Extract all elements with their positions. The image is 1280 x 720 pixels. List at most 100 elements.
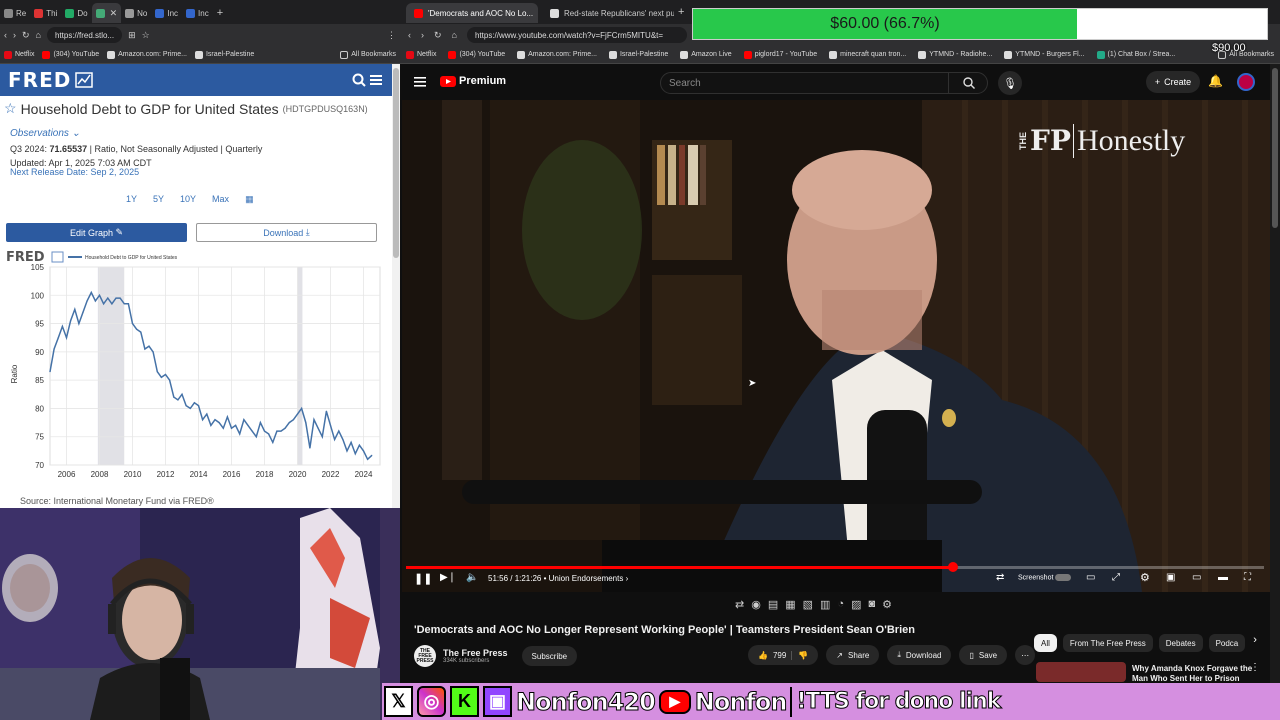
tab-youtube-active[interactable]: 'Democrats and AOC No Lo...✕ xyxy=(406,3,538,23)
volume-icon[interactable]: 🔈 xyxy=(466,572,478,583)
frame-icon[interactable]: ▥ xyxy=(820,598,830,614)
notifications-bell-icon[interactable]: 🔔 xyxy=(1208,74,1223,88)
add-to-list-star-icon[interactable]: ☆ xyxy=(4,100,17,117)
video-player[interactable]: THE FP Honestly ➤ xyxy=(402,100,1270,592)
forward-icon[interactable]: › xyxy=(13,30,16,40)
home-icon[interactable]: ⌂ xyxy=(452,30,457,40)
filmstrip-icon[interactable]: ▦ xyxy=(785,598,795,614)
bookmark-all[interactable]: All Bookmarks xyxy=(340,50,396,59)
avatar[interactable] xyxy=(1237,73,1255,91)
back-icon[interactable]: ‹ xyxy=(4,30,7,40)
speed-icon[interactable]: ◔ xyxy=(837,598,844,614)
channel-name[interactable]: The Free Press xyxy=(443,648,508,658)
download-button[interactable]: ⤓ Download xyxy=(887,645,952,665)
voice-search-button[interactable]: 🎙 xyxy=(998,71,1022,95)
forward-icon[interactable]: › xyxy=(421,30,424,40)
more-vertical-icon[interactable]: ⋮ xyxy=(1250,662,1260,673)
tab-fred-active[interactable]: ✕ xyxy=(91,3,122,23)
bookmark-netflix[interactable]: Netflix xyxy=(406,50,436,59)
range-5y-button[interactable]: 5Y xyxy=(153,194,164,205)
tab-3[interactable]: Do xyxy=(61,3,91,23)
subscribe-button[interactable]: Subscribe xyxy=(521,646,578,666)
bookmark-ytmnd-burgers[interactable]: YTMND - Burgers Fl... xyxy=(1004,50,1085,59)
chip-all[interactable]: All xyxy=(1034,634,1057,652)
download-button[interactable]: Download ⤓ xyxy=(196,223,377,242)
dislike-icon[interactable]: 👎 xyxy=(791,650,808,660)
range-1y-button[interactable]: 1Y xyxy=(126,194,137,205)
settings-gear-icon[interactable]: ⚙ xyxy=(1140,571,1150,584)
observations-toggle[interactable]: Observations ⌄ xyxy=(10,128,80,139)
bookmark-israel-palestine[interactable]: Israel-Palestine xyxy=(194,50,254,59)
back-icon[interactable]: ‹ xyxy=(408,30,411,40)
search-input[interactable]: Search xyxy=(660,72,988,94)
extension-icon[interactable]: ⊞ xyxy=(128,30,136,41)
edit-graph-button[interactable]: Edit Graph ✎ xyxy=(6,223,187,242)
screenshot-toggle[interactable]: Screenshot xyxy=(1018,574,1072,581)
bookmark-minecraft[interactable]: minecraft quan tron... xyxy=(829,50,906,59)
calendar-icon[interactable]: ▦ xyxy=(245,194,254,205)
create-button[interactable]: + Create xyxy=(1146,71,1200,93)
search-icon[interactable] xyxy=(352,73,366,87)
reload-icon[interactable]: ↻ xyxy=(22,30,30,41)
tab-6[interactable]: Inc xyxy=(151,3,182,23)
address-field[interactable]: https://fred.stlo... xyxy=(46,27,123,43)
address-field[interactable]: https://www.youtube.com/watch?v=FjFCrm5M… xyxy=(466,27,687,43)
scrollbar-thumb[interactable] xyxy=(1272,68,1278,228)
new-tab-button[interactable]: + xyxy=(213,3,227,23)
bookmark-amazon-live[interactable]: Amazon Live xyxy=(680,50,732,59)
bookmark-israel-palestine[interactable]: Israel-Palestine xyxy=(608,50,668,59)
tab-5[interactable]: No xyxy=(121,3,151,23)
settings-gear-icon[interactable]: ⚙ xyxy=(882,598,892,614)
bookmark-piglord[interactable]: piglord17 - YouTube xyxy=(743,50,817,59)
close-tab-icon[interactable]: ✕ xyxy=(110,8,118,19)
bookmark-netflix[interactable]: Netflix xyxy=(4,50,34,59)
more-actions-button[interactable]: ⋯ xyxy=(1015,645,1036,665)
left-scrollbar[interactable] xyxy=(392,64,400,508)
bookmark-amazon[interactable]: Amazon.com: Prime... xyxy=(517,50,597,59)
audio-icon[interactable]: ◉ xyxy=(751,598,761,614)
fred-graph[interactable]: FRED Household Debt to GDP for United St… xyxy=(0,248,392,508)
screenshot-icon[interactable]: ▤ xyxy=(768,598,778,614)
tab-1[interactable]: Re xyxy=(0,3,30,23)
range-10y-button[interactable]: 10Y xyxy=(180,194,196,205)
picture-icon[interactable]: ▨ xyxy=(851,598,861,614)
bookmark-chat-box[interactable]: (1) Chat Box / Strea... xyxy=(1096,50,1175,59)
new-tab-button[interactable]: + xyxy=(678,6,684,18)
channel-avatar[interactable]: THE FREE PRESS xyxy=(414,645,436,667)
cast-icon[interactable]: ▬ xyxy=(1218,572,1228,583)
bookmark-youtube[interactable]: (304) YouTube xyxy=(42,50,99,59)
bookmark-ytmnd-radiohead[interactable]: YTMND - Radiohe... xyxy=(918,50,992,59)
next-button[interactable]: ▶❘ xyxy=(440,572,456,583)
suggested-video-title[interactable]: Why Amanda Knox Forgave the Man Who Sent… xyxy=(1132,664,1252,684)
right-scrollbar[interactable] xyxy=(1270,64,1280,684)
image-icon[interactable]: ▧ xyxy=(803,598,813,614)
next-release-date[interactable]: Next Release Date: Sep 2, 2025 xyxy=(10,167,139,177)
chevron-right-icon[interactable]: › xyxy=(1253,634,1257,652)
home-icon[interactable]: ⌂ xyxy=(36,30,41,40)
youtube-logo[interactable]: Premium xyxy=(440,75,506,87)
progress-bar[interactable] xyxy=(406,562,1264,572)
share-button[interactable]: ↗ Share xyxy=(826,645,880,665)
save-button[interactable]: ▯ Save xyxy=(959,645,1008,665)
scrollbar-thumb[interactable] xyxy=(393,68,399,258)
expand-icon[interactable]: ⤢ xyxy=(1112,572,1120,583)
star-icon[interactable]: ☆ xyxy=(142,30,150,41)
chip-from-channel[interactable]: From The Free Press xyxy=(1062,634,1153,652)
suggested-video-thumbnail[interactable] xyxy=(1036,662,1126,682)
hamburger-menu-icon[interactable] xyxy=(370,74,382,86)
fred-logo[interactable]: FRED xyxy=(8,68,71,92)
subtitles-icon[interactable]: ▭ xyxy=(1086,572,1095,583)
search-button[interactable] xyxy=(948,72,988,94)
like-icon[interactable]: 👍 xyxy=(758,651,768,660)
menu-icon[interactable]: ⋮ xyxy=(387,30,396,41)
pause-button[interactable]: ❚❚ xyxy=(414,572,432,585)
progress-scrubber[interactable] xyxy=(948,562,959,572)
chip-debates[interactable]: Debates xyxy=(1158,634,1203,652)
reload-icon[interactable]: ↻ xyxy=(434,30,442,41)
tab-7[interactable]: Inc xyxy=(182,3,213,23)
bookmark-amazon[interactable]: Amazon.com: Prime... xyxy=(107,50,187,59)
miniplayer-icon[interactable]: ▣ xyxy=(1166,572,1175,583)
hamburger-menu-icon[interactable] xyxy=(414,77,426,87)
chapter-title[interactable]: Union Endorsements xyxy=(549,574,624,583)
tab-2[interactable]: Thi xyxy=(30,3,61,23)
